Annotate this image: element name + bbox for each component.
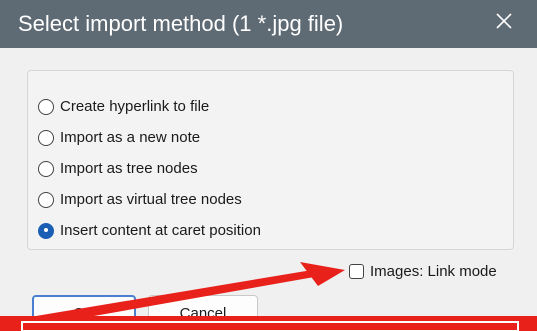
radio-button-selected[interactable] xyxy=(38,222,54,239)
option-label: Import as tree nodes xyxy=(60,160,198,177)
radio-button[interactable] xyxy=(38,160,54,177)
checkbox[interactable] xyxy=(349,264,364,279)
option-import-new-note[interactable]: Import as a new note xyxy=(38,129,200,146)
radio-button[interactable] xyxy=(38,98,54,115)
option-import-tree-nodes[interactable]: Import as tree nodes xyxy=(38,160,198,177)
option-create-hyperlink[interactable]: Create hyperlink to file xyxy=(38,98,209,115)
close-icon[interactable] xyxy=(493,10,515,32)
option-label: Create hyperlink to file xyxy=(60,98,210,115)
dialog-title: Select import method (1 *.jpg file) xyxy=(18,11,344,36)
images-link-mode-checkbox[interactable]: Images: Link mode xyxy=(349,263,497,280)
import-method-dialog: Select import method (1 *.jpg file) Crea… xyxy=(0,0,537,331)
option-insert-at-caret[interactable]: Insert content at caret position xyxy=(38,222,261,239)
radio-button[interactable] xyxy=(38,191,54,208)
option-import-virtual-tree-nodes[interactable]: Import as virtual tree nodes xyxy=(38,191,242,208)
ok-button[interactable]: OK xyxy=(32,295,136,331)
option-label: Insert content at caret position xyxy=(60,222,261,239)
option-label: Import as a new note xyxy=(60,129,201,146)
option-label: Import as virtual tree nodes xyxy=(60,191,242,208)
title-bar: Select import method (1 *.jpg file) xyxy=(0,0,537,48)
radio-button[interactable] xyxy=(38,129,54,146)
checkbox-label: Images: Link mode xyxy=(370,263,497,280)
cancel-button[interactable]: Cancel xyxy=(148,295,258,331)
